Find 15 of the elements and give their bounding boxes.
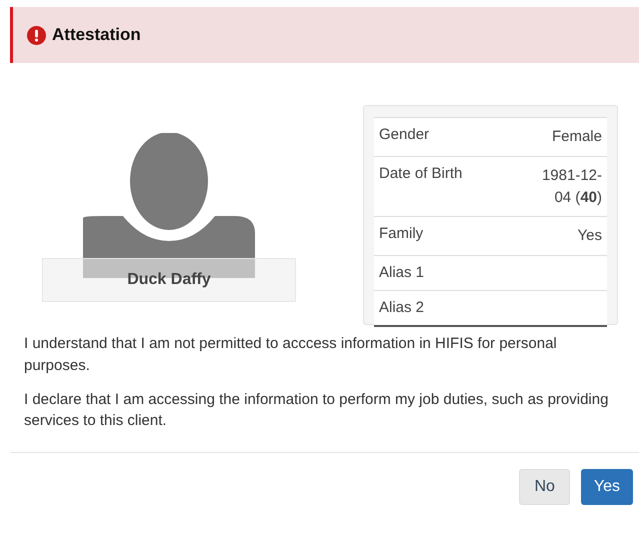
detail-value: 1981-12-04 (40) — [540, 166, 602, 208]
cancel-button[interactable]: No — [519, 469, 570, 505]
client-name: Duck Daffy — [42, 258, 296, 302]
statement-text: I declare that I am accessing the information to perform my job duties, such as providing services to this client. — [24, 390, 610, 432]
statement-text: I understand that I am not permitted to acccess information in HIFIS for personal purposes. — [24, 334, 558, 376]
detail-label: Alias 2 — [379, 299, 424, 317]
detail-label: Family — [379, 225, 424, 244]
detail-label: Gender — [379, 126, 430, 145]
confirm-button[interactable]: Yes — [580, 469, 633, 505]
detail-label: Alias 1 — [379, 264, 424, 282]
detail-label: Date of Birth — [379, 164, 462, 184]
dialog-title: Attestation — [52, 25, 141, 45]
exclamation-icon — [27, 26, 46, 44]
detail-value: Yes — [576, 226, 602, 246]
detail-value: Female — [550, 127, 602, 147]
